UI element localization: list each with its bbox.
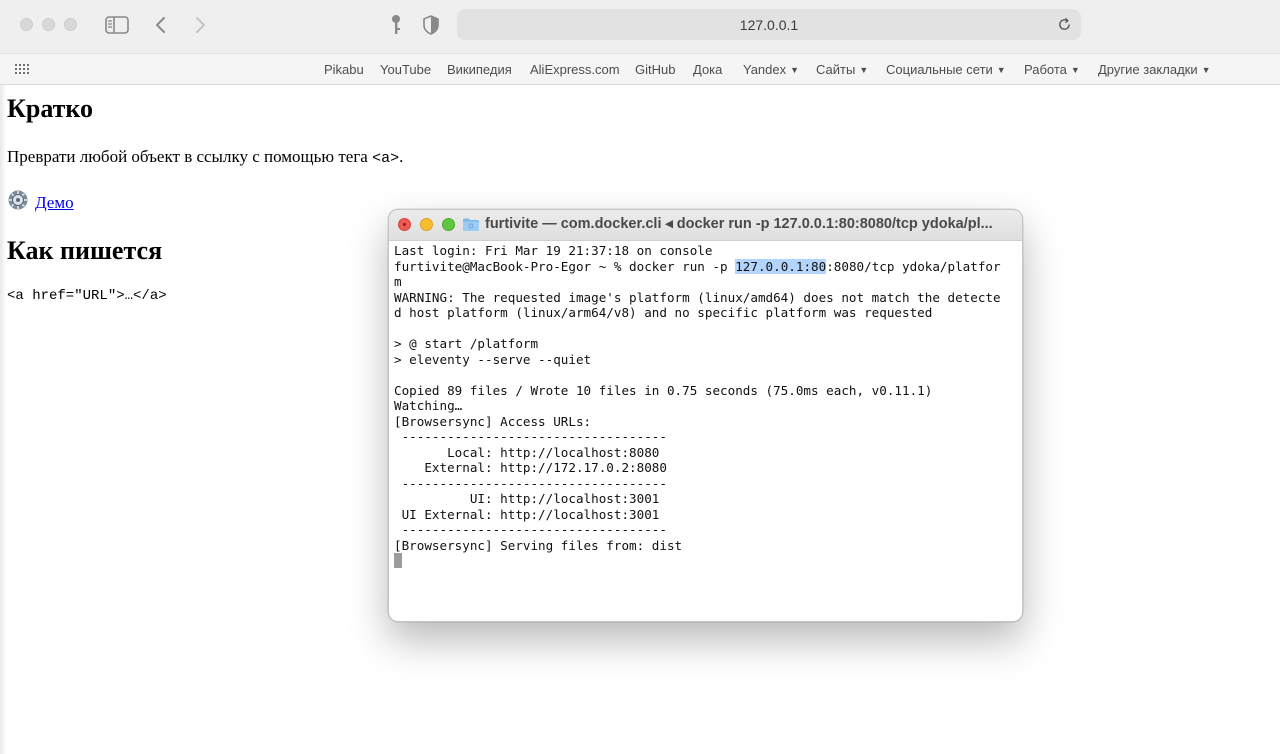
terminal-line: Last login: Fri Mar 19 21:37:18 on conso… — [394, 243, 713, 258]
back-arrow-icon[interactable] — [148, 12, 174, 38]
gear-icon — [7, 189, 29, 216]
terminal-line: > eleventy --serve --quiet — [394, 351, 592, 367]
heading-syntax: Как пишется — [7, 236, 163, 265]
folder-icon — [463, 218, 479, 231]
terminal-minimize-button[interactable] — [420, 218, 433, 231]
terminal-output[interactable]: Last login: Fri Mar 19 21:37:18 on conso… — [394, 243, 1018, 569]
terminal-line: [Browsersync] Serving files from: dist — [394, 537, 683, 553]
terminal-line: ----------------------------------- — [394, 429, 667, 444]
favorite-folder-other[interactable]: Другие закладки ▼ — [1098, 62, 1211, 77]
minimize-window-button[interactable] — [42, 18, 55, 31]
terminal-cursor — [394, 553, 402, 568]
terminal-line: furtivite@MacBook-Pro-Egor ~ % docker ru… — [394, 258, 1001, 274]
terminal-line: Local: http://localhost:8080 — [394, 444, 660, 460]
chevron-down-icon: ▼ — [996, 65, 1006, 75]
demo-link[interactable]: Демо — [35, 193, 74, 213]
window-controls — [20, 18, 77, 31]
key-icon[interactable] — [383, 12, 409, 38]
favorite-github[interactable]: GitHub — [635, 62, 675, 77]
chevron-down-icon: ▼ — [790, 65, 800, 75]
terminal-line: [Browsersync] Access URLs: — [394, 413, 592, 429]
favorite-folder-yandex[interactable]: Yandex ▼ — [743, 62, 799, 77]
intro-paragraph: Преврати любой объект в ссылку с помощью… — [7, 147, 404, 167]
reload-icon[interactable] — [1053, 13, 1075, 35]
terminal-line: d host platform (linux/arm64/v8) and no … — [394, 305, 933, 320]
close-window-button[interactable] — [20, 18, 33, 31]
terminal-zoom-button[interactable] — [442, 218, 455, 231]
favorite-youtube[interactable]: YouTube — [380, 62, 431, 77]
terminal-title: furtivite — com.docker.cli ◂ docker run … — [485, 216, 993, 232]
terminal-line: ----------------------------------- — [394, 475, 667, 491]
terminal-window[interactable]: furtivite — com.docker.cli ◂ docker run … — [388, 209, 1023, 622]
favorites-bar: Pikabu YouTube Википедия AliExpress.com … — [0, 53, 1280, 85]
favorites-list: Pikabu YouTube Википедия AliExpress.com … — [0, 54, 1280, 85]
demo-link-row: Демо — [7, 189, 74, 216]
favorite-folder-sites[interactable]: Сайты ▼ — [816, 62, 868, 77]
terminal-line: > @ start /platform — [394, 336, 539, 351]
terminal-line: UI: http://localhost:3001 — [394, 491, 660, 506]
privacy-shield-icon[interactable] — [418, 12, 444, 38]
favorite-wikipedia[interactable]: Википедия — [447, 62, 512, 77]
heading-brief: Кратко — [7, 94, 94, 123]
text-selection: 127.0.0.1:80 — [735, 258, 827, 274]
chevron-down-icon: ▼ — [859, 65, 869, 75]
terminal-prompt-line — [394, 553, 1018, 569]
terminal-line: ----------------------------------- — [394, 522, 667, 537]
terminal-line: UI External: http://localhost:3001 — [394, 506, 660, 522]
address-bar[interactable]: 127.0.0.1 — [457, 9, 1081, 40]
chevron-down-icon: ▼ — [1201, 65, 1211, 75]
favorite-folder-work[interactable]: Работа ▼ — [1024, 62, 1080, 77]
terminal-line: Copied 89 files / Wrote 10 files in 0.75… — [394, 382, 933, 398]
browser-toolbar: 127.0.0.1 — [0, 0, 1280, 53]
inline-code-tag: <a> — [372, 150, 400, 167]
terminal-close-button[interactable] — [398, 218, 411, 231]
favorite-pikabu[interactable]: Pikabu — [324, 62, 364, 77]
code-snippet: <a href="URL">…</a> — [7, 288, 167, 304]
favorite-aliexpress[interactable]: AliExpress.com — [530, 62, 620, 77]
terminal-line: m — [394, 274, 402, 289]
address-text: 127.0.0.1 — [739, 16, 799, 33]
chevron-down-icon: ▼ — [1070, 65, 1080, 75]
terminal-line: Watching… — [394, 398, 463, 413]
favorite-folder-social[interactable]: Социальные сети ▼ — [886, 62, 1006, 77]
forward-arrow-icon[interactable] — [187, 12, 213, 38]
favorite-doka[interactable]: Дока — [693, 62, 722, 77]
zoom-window-button[interactable] — [64, 18, 77, 31]
terminal-line: WARNING: The requested image's platform … — [394, 289, 1001, 305]
window-edge-shadow — [0, 85, 6, 754]
terminal-line: External: http://172.17.0.2:8080 — [394, 460, 667, 475]
terminal-titlebar[interactable]: furtivite — com.docker.cli ◂ docker run … — [389, 210, 1022, 241]
sidebar-toggle-icon[interactable] — [104, 12, 130, 38]
